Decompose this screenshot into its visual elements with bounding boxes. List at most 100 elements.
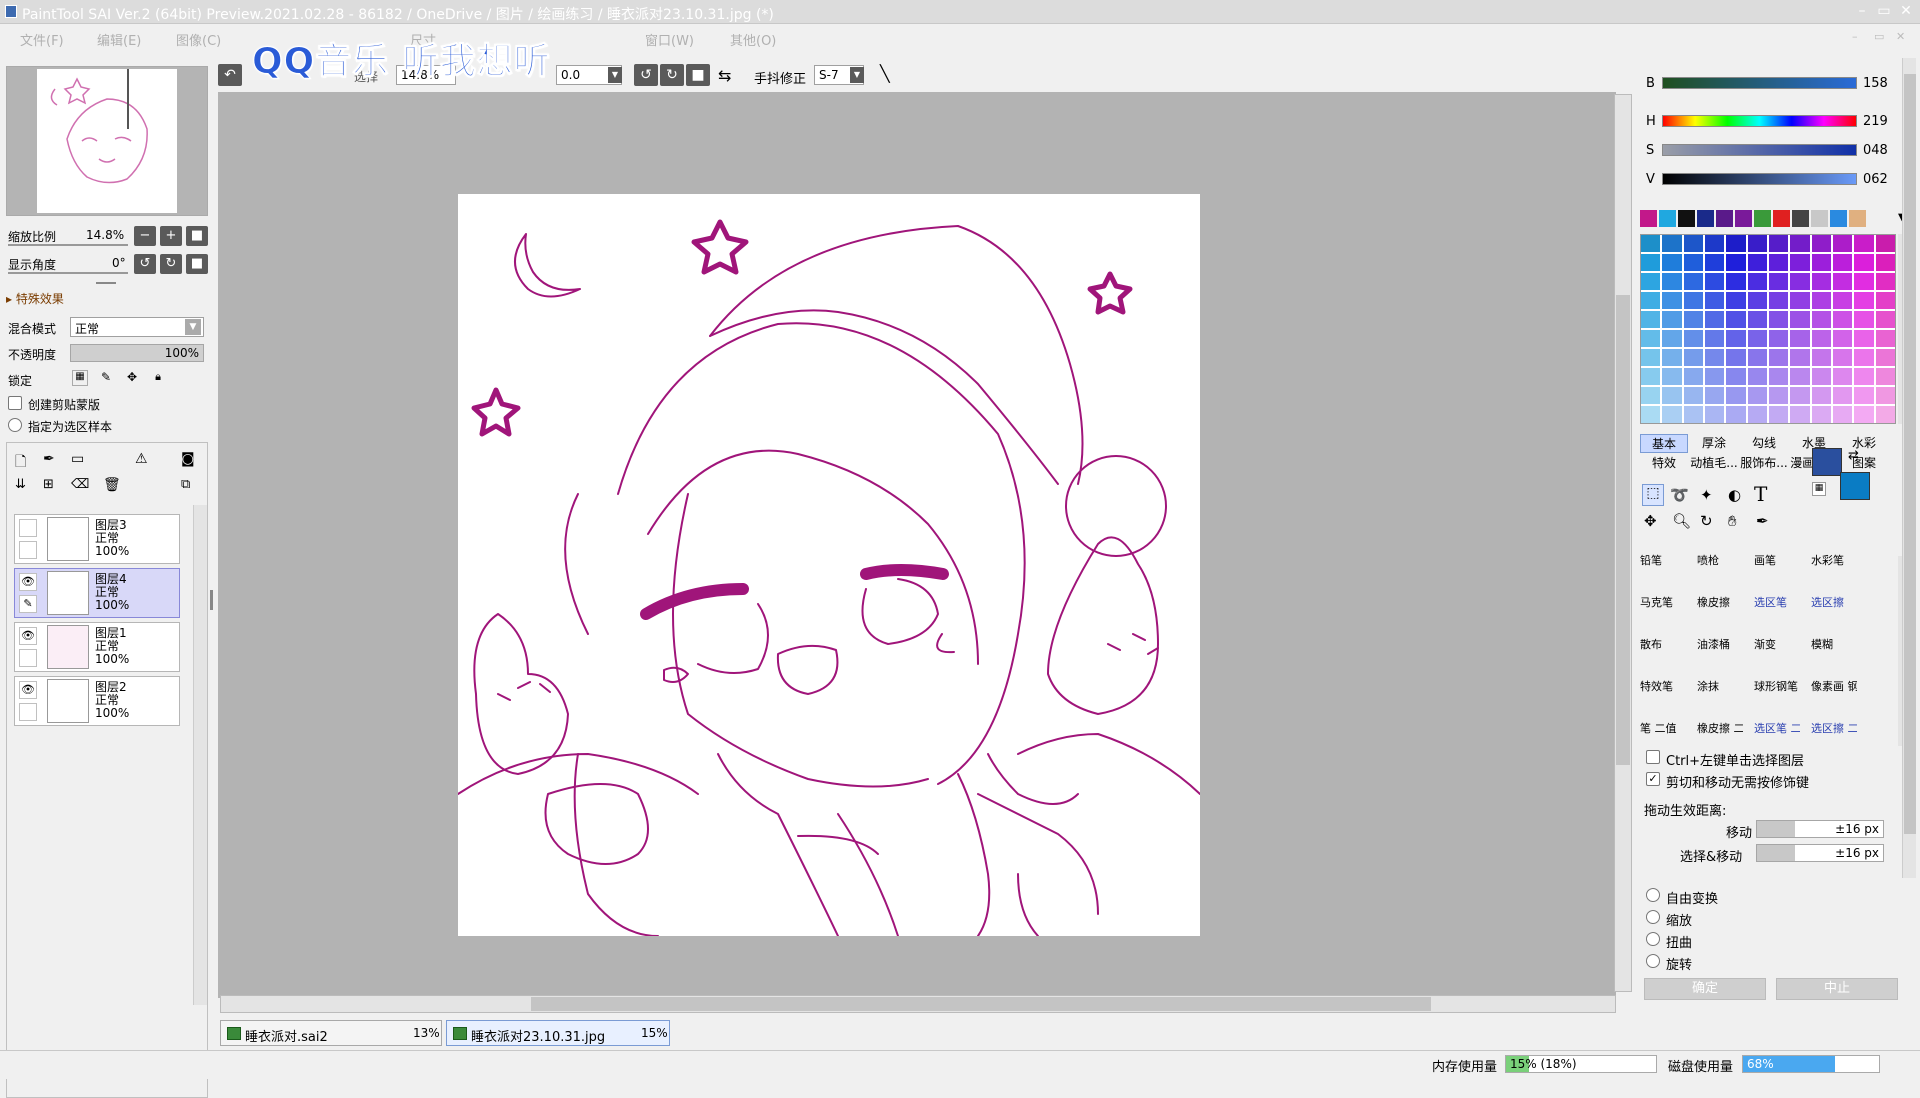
- effect-icon[interactable]: ⚠: [135, 451, 153, 469]
- palette-cell[interactable]: [1811, 273, 1831, 290]
- palette-cell[interactable]: [1790, 349, 1810, 366]
- palette-cell[interactable]: [1833, 235, 1853, 252]
- palette-cell[interactable]: [1726, 292, 1746, 309]
- palette-cell[interactable]: [1875, 406, 1895, 423]
- secondary-color-swatch[interactable]: [1840, 472, 1870, 500]
- palette-cell[interactable]: [1662, 273, 1682, 290]
- palette-cell[interactable]: [1705, 349, 1725, 366]
- palette-cell[interactable]: [1641, 292, 1661, 309]
- palette-cell[interactable]: [1854, 292, 1874, 309]
- right-panel-scroll-thumb[interactable]: [1904, 74, 1916, 834]
- palette-cell[interactable]: [1683, 406, 1703, 423]
- layer-item[interactable]: 图层3 正常 100%: [14, 514, 180, 564]
- palette-cell[interactable]: [1683, 368, 1703, 385]
- color-swatch[interactable]: [1697, 210, 1714, 227]
- distort-radio[interactable]: [1646, 932, 1660, 946]
- color-b-slider[interactable]: [1662, 77, 1857, 89]
- document-tab-active[interactable]: 睡衣派对23.10.31.jpg 15%: [446, 1020, 670, 1046]
- palette-cell[interactable]: [1726, 349, 1746, 366]
- rotate-view-icon[interactable]: ↻: [1700, 512, 1713, 530]
- palette-cell[interactable]: [1854, 311, 1874, 328]
- palette-cell[interactable]: [1705, 273, 1725, 290]
- palette-cell[interactable]: [1683, 349, 1703, 366]
- palette-cell[interactable]: [1875, 311, 1895, 328]
- palette-cell[interactable]: [1705, 387, 1725, 404]
- palette-cell[interactable]: [1833, 387, 1853, 404]
- close-button[interactable]: ✕: [1896, 2, 1916, 20]
- palette-cell[interactable]: [1726, 311, 1746, 328]
- paint-target-toggle[interactable]: [19, 649, 37, 667]
- palette-cell[interactable]: [1790, 273, 1810, 290]
- new-folder-icon[interactable]: ▭: [71, 451, 89, 469]
- right-panel-scrollbar[interactable]: [1902, 58, 1916, 878]
- brush-slot[interactable]: 特效笔: [1640, 680, 1686, 720]
- color-swatch[interactable]: [1773, 210, 1790, 227]
- clip-mask-checkbox[interactable]: [8, 396, 22, 410]
- color-palette-grid[interactable]: [1640, 234, 1896, 424]
- color-s-slider[interactable]: [1662, 144, 1857, 156]
- palette-cell[interactable]: [1747, 387, 1767, 404]
- blend-mode-select[interactable]: 正常 ▼: [70, 317, 204, 337]
- menu-edit[interactable]: 编辑(E): [97, 30, 141, 49]
- color-swatch[interactable]: [1849, 210, 1866, 227]
- palette-cell[interactable]: [1769, 387, 1789, 404]
- color-swatch[interactable]: [1678, 210, 1695, 227]
- palette-cell[interactable]: [1811, 368, 1831, 385]
- palette-cell[interactable]: [1747, 254, 1767, 271]
- palette-cell[interactable]: [1662, 254, 1682, 271]
- color-swatch[interactable]: [1830, 210, 1847, 227]
- palette-cell[interactable]: [1662, 387, 1682, 404]
- cancel-button[interactable]: 中止: [1776, 978, 1898, 1000]
- palette-cell[interactable]: [1705, 330, 1725, 347]
- palette-cell[interactable]: [1705, 254, 1725, 271]
- special-effects-section[interactable]: ▸ 特殊效果: [6, 290, 64, 307]
- palette-cell[interactable]: [1875, 235, 1895, 252]
- lock-all-icon[interactable]: 🔒︎: [150, 370, 166, 386]
- palette-cell[interactable]: [1705, 311, 1725, 328]
- paint-target-toggle[interactable]: [19, 541, 37, 559]
- palette-cell[interactable]: [1726, 406, 1746, 423]
- new-pen-layer-icon[interactable]: ✒: [43, 451, 61, 469]
- palette-cell[interactable]: [1769, 235, 1789, 252]
- duplicate-layer-icon[interactable]: ⧉: [181, 477, 199, 495]
- lock-transparency-icon[interactable]: ▦: [72, 370, 88, 386]
- palette-cell[interactable]: [1875, 292, 1895, 309]
- brush-slot[interactable]: 水彩笔: [1811, 554, 1857, 594]
- palette-cell[interactable]: [1854, 330, 1874, 347]
- palette-cell[interactable]: [1662, 406, 1682, 423]
- palette-cell[interactable]: [1726, 273, 1746, 290]
- palette-cell[interactable]: [1790, 235, 1810, 252]
- layer-list-scrollbar[interactable]: [193, 505, 207, 1005]
- palette-cell[interactable]: [1854, 273, 1874, 290]
- maximize-button[interactable]: ▭: [1874, 2, 1894, 20]
- palette-cell[interactable]: [1875, 368, 1895, 385]
- minimize-button[interactable]: –: [1852, 2, 1872, 20]
- palette-cell[interactable]: [1790, 368, 1810, 385]
- palette-cell[interactable]: [1811, 349, 1831, 366]
- palette-cell[interactable]: [1811, 254, 1831, 271]
- palette-cell[interactable]: [1875, 254, 1895, 271]
- palette-cell[interactable]: [1683, 292, 1703, 309]
- document-tab[interactable]: 睡衣派对.sai2 13%: [220, 1020, 442, 1046]
- color-swatch[interactable]: [1716, 210, 1733, 227]
- rotate-ccw-button[interactable]: ↺: [634, 64, 658, 86]
- palette-cell[interactable]: [1747, 368, 1767, 385]
- selection-sample-radio[interactable]: [8, 418, 22, 432]
- lock-paint-icon[interactable]: ✎: [98, 370, 114, 386]
- vertical-scrollbar[interactable]: [1614, 94, 1632, 992]
- palette-cell[interactable]: [1641, 235, 1661, 252]
- rotate-cw-button[interactable]: ↻: [660, 64, 684, 86]
- brush-tab[interactable]: 基本: [1640, 434, 1688, 453]
- palette-cell[interactable]: [1854, 254, 1874, 271]
- color-swatch[interactable]: [1735, 210, 1752, 227]
- eye-icon[interactable]: 👁︎: [19, 573, 37, 591]
- rotate-reset-toolbar-button[interactable]: ■: [686, 64, 710, 86]
- palette-cell[interactable]: [1790, 254, 1810, 271]
- transparent-color-icon[interactable]: ▦: [1812, 482, 1826, 496]
- layer-item[interactable]: 👁︎ 图层2 正常 100%: [14, 676, 180, 726]
- opacity-slider[interactable]: 100%: [70, 344, 204, 362]
- canvas-area[interactable]: [218, 92, 1616, 998]
- shape-icon[interactable]: ◐: [1728, 486, 1741, 504]
- palette-cell[interactable]: [1641, 330, 1661, 347]
- brush-slot[interactable]: 选区笔: [1754, 596, 1800, 636]
